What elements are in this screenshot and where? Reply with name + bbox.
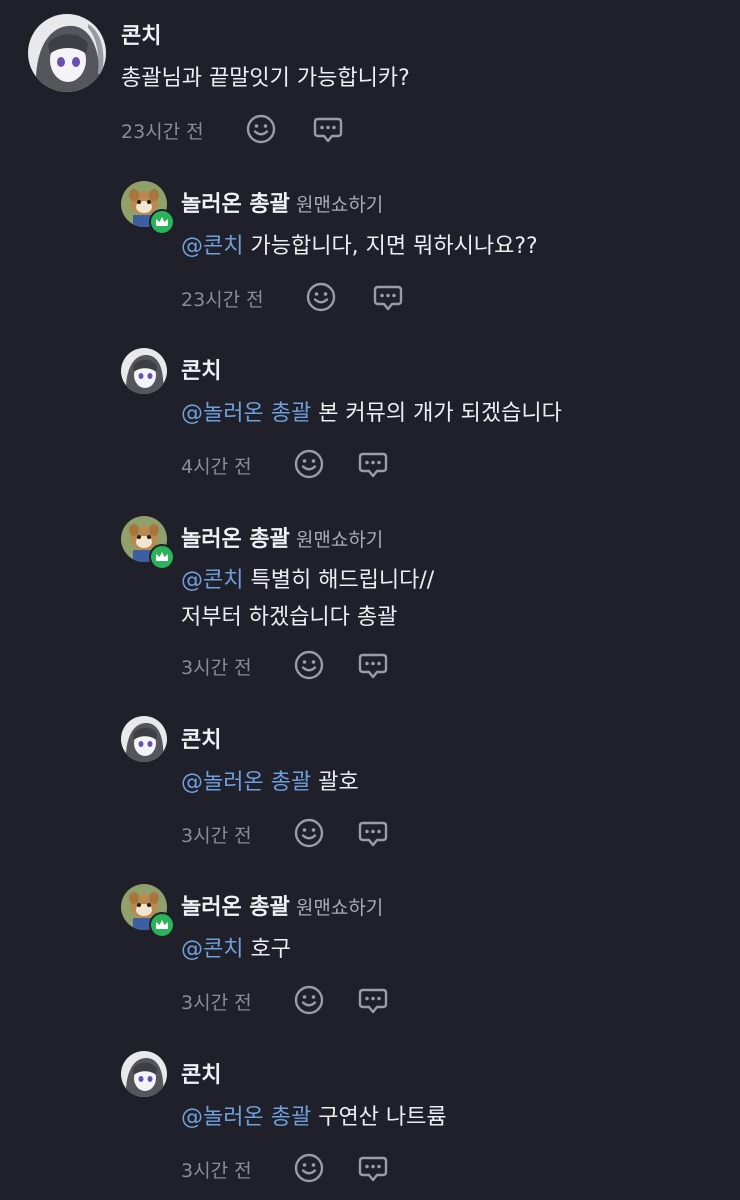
smiley-icon[interactable] bbox=[293, 817, 325, 849]
comment-text: @콘치 가능합니다, 지면 뭐하시나요?? bbox=[181, 228, 538, 265]
speech-bubble-icon[interactable] bbox=[357, 1152, 389, 1184]
comment-text: @놀러온 총괄 괄호 bbox=[181, 764, 359, 801]
comment-line: @놀러온 총괄 괄호 bbox=[181, 770, 359, 795]
mention-link[interactable]: @콘치 bbox=[181, 234, 243, 259]
comment-line: 저부터 하겠습니다 총괄 bbox=[181, 605, 398, 630]
comment-actions: 23시간 전 bbox=[121, 113, 381, 147]
smiley-icon[interactable] bbox=[293, 448, 325, 480]
smiley-icon[interactable] bbox=[305, 281, 337, 313]
smiley-icon[interactable] bbox=[293, 649, 325, 681]
timestamp: 3시간 전 bbox=[181, 657, 252, 679]
speech-bubble-icon[interactable] bbox=[372, 281, 404, 313]
comment-line: @콘치 특별히 해드립니다// bbox=[181, 568, 435, 593]
comment-text: @놀러온 총괄 구연산 나트륨 bbox=[181, 1099, 447, 1136]
author-name[interactable]: 콘치 bbox=[181, 353, 221, 385]
comment-text: @놀러온 총괄 본 커뮤의 개가 되겠습니다 bbox=[181, 395, 562, 432]
comment-actions: 3시간 전 bbox=[181, 984, 441, 1018]
author-name[interactable]: 콘치 bbox=[181, 1057, 221, 1089]
speech-bubble-icon[interactable] bbox=[357, 448, 389, 480]
author-name[interactable]: 놀러온 총괄 원맨쇼하기 bbox=[181, 889, 383, 921]
timestamp: 23시간 전 bbox=[121, 121, 204, 143]
comment-text: 총괄님과 끝말잇기 가능합니카? bbox=[121, 60, 410, 97]
mention-link[interactable]: @콘치 bbox=[181, 568, 243, 593]
mention-link[interactable]: @놀러온 총괄 bbox=[181, 401, 311, 426]
author-name[interactable]: 콘치 bbox=[181, 722, 221, 754]
comment-actions: 23시간 전 bbox=[181, 281, 441, 315]
timestamp: 23시간 전 bbox=[181, 289, 264, 311]
author-tag: 원맨쇼하기 bbox=[295, 194, 384, 216]
timestamp: 3시간 전 bbox=[181, 825, 252, 847]
crown-badge-icon bbox=[149, 209, 175, 235]
author-tag: 원맨쇼하기 bbox=[295, 897, 384, 919]
author-name[interactable]: 놀러온 총괄 원맨쇼하기 bbox=[181, 186, 383, 218]
avatar[interactable] bbox=[28, 14, 106, 92]
timestamp: 3시간 전 bbox=[181, 1160, 252, 1182]
avatar[interactable] bbox=[121, 1051, 167, 1097]
crown-badge-icon bbox=[149, 912, 175, 938]
smiley-icon[interactable] bbox=[245, 113, 277, 145]
timestamp: 3시간 전 bbox=[181, 992, 252, 1014]
comment-line: @콘치 호구 bbox=[181, 937, 291, 962]
comment-actions: 3시간 전 bbox=[181, 1152, 441, 1186]
mention-link[interactable]: @콘치 bbox=[181, 937, 243, 962]
speech-bubble-icon[interactable] bbox=[312, 113, 344, 145]
author-name[interactable]: 놀러온 총괄 원맨쇼하기 bbox=[181, 521, 383, 553]
author-tag: 원맨쇼하기 bbox=[295, 529, 384, 551]
speech-bubble-icon[interactable] bbox=[357, 649, 389, 681]
speech-bubble-icon[interactable] bbox=[357, 817, 389, 849]
author-name[interactable]: 콘치 bbox=[121, 18, 161, 50]
comment-line: 총괄님과 끝말잇기 가능합니카? bbox=[121, 66, 410, 91]
mention-link[interactable]: @놀러온 총괄 bbox=[181, 1105, 311, 1130]
crown-badge-icon bbox=[149, 544, 175, 570]
speech-bubble-icon[interactable] bbox=[357, 984, 389, 1016]
comment-line: @콘치 가능합니다, 지면 뭐하시나요?? bbox=[181, 234, 538, 259]
comment-line: @놀러온 총괄 본 커뮤의 개가 되겠습니다 bbox=[181, 401, 562, 426]
smiley-icon[interactable] bbox=[293, 1152, 325, 1184]
comment-text: @콘치 특별히 해드립니다// 저부터 하겠습니다 총괄 bbox=[181, 562, 434, 636]
comment-actions: 4시간 전 bbox=[181, 448, 441, 482]
timestamp: 4시간 전 bbox=[181, 456, 252, 478]
avatar[interactable] bbox=[121, 716, 167, 762]
mention-link[interactable]: @놀러온 총괄 bbox=[181, 770, 311, 795]
comment-actions: 3시간 전 bbox=[181, 649, 441, 683]
comment-actions: 3시간 전 bbox=[181, 817, 441, 851]
smiley-icon[interactable] bbox=[293, 984, 325, 1016]
avatar[interactable] bbox=[121, 348, 167, 394]
comment-line: @놀러온 총괄 구연산 나트륨 bbox=[181, 1105, 447, 1130]
comment-text: @콘치 호구 bbox=[181, 931, 291, 968]
